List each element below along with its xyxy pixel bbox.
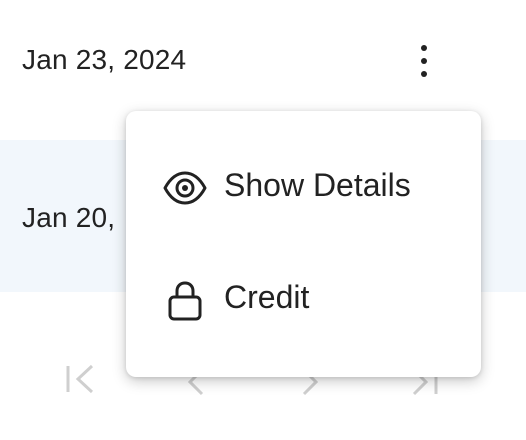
context-menu: Show Details Credit bbox=[126, 111, 481, 377]
row-date: Jan 20, bbox=[22, 202, 116, 233]
row-date: Jan 23, 2024 bbox=[22, 44, 187, 75]
menu-item-show-details[interactable]: Show Details bbox=[126, 141, 481, 231]
menu-item-label: Credit bbox=[224, 279, 310, 315]
first-page-icon bbox=[66, 364, 94, 394]
menu-item-credit[interactable]: Credit bbox=[126, 253, 481, 343]
more-actions-button[interactable] bbox=[405, 40, 443, 84]
first-page-button[interactable] bbox=[60, 356, 100, 406]
table-row: Jan 23, 2024 bbox=[0, 0, 526, 122]
kebab-dot bbox=[421, 71, 427, 77]
menu-item-label: Show Details bbox=[224, 167, 411, 203]
lock-icon bbox=[168, 281, 202, 321]
kebab-dot bbox=[421, 45, 427, 51]
kebab-dot bbox=[421, 58, 427, 64]
eye-icon bbox=[163, 171, 207, 205]
